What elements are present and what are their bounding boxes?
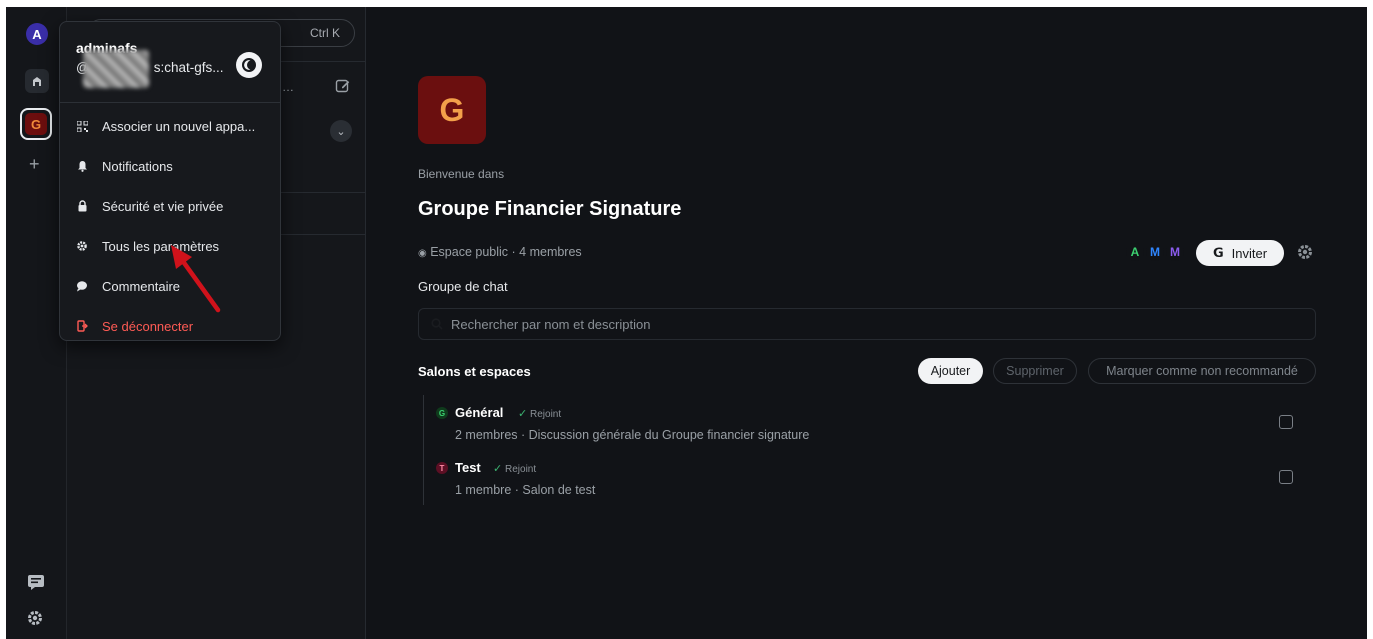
annotation-arrow-icon: [171, 245, 221, 313]
rooms-heading: Salons et espaces: [418, 364, 531, 379]
welcome-text: Bienvenue dans: [418, 167, 505, 181]
room-checkbox[interactable]: [1279, 470, 1293, 484]
add-button[interactable]: Ajouter: [918, 358, 983, 384]
room-directory-search[interactable]: Rechercher par nom et description: [418, 308, 1316, 340]
chevron-down-icon[interactable]: ⌄: [330, 120, 352, 142]
space-home: G Bienvenue dans Groupe Financier Signat…: [366, 7, 1367, 639]
invite-label: Inviter: [1231, 245, 1268, 261]
compose-icon[interactable]: [335, 78, 351, 94]
room-avatar: G: [436, 407, 448, 419]
globe-icon: ◉: [418, 248, 427, 259]
room-description: 2 membres · Discussion générale du Group…: [455, 428, 810, 442]
room-description: 1 membre · Salon de test: [455, 483, 596, 497]
search-icon: [431, 318, 443, 330]
mark-not-recommended-button[interactable]: Marquer comme non recommandé: [1088, 358, 1316, 384]
room-name: Général: [455, 405, 504, 420]
room-row[interactable]: G Général ✓ Rejoint 2 membres · Discussi…: [436, 405, 1306, 449]
space-settings-icon[interactable]: [1296, 243, 1314, 266]
threads-icon[interactable]: [27, 573, 45, 591]
space-title: Groupe Financier Signature: [418, 198, 682, 220]
space-meta: ◉ Espace public · 4 membres: [418, 245, 582, 259]
member-avatar: M: [1146, 243, 1164, 261]
group-label: Groupe de chat: [418, 279, 508, 294]
member-avatar: A: [1126, 243, 1144, 261]
app-window: A G + Ctrl K … ⌄ G Bienvenue dans Groupe: [6, 7, 1367, 639]
room-checkbox[interactable]: [1279, 415, 1293, 429]
delete-button[interactable]: Supprimer: [993, 358, 1077, 384]
check-icon: ✓: [493, 463, 503, 475]
keyboard-shortcut: Ctrl K: [310, 26, 340, 40]
space-avatar: G: [418, 76, 486, 144]
invite-button[interactable]: 𝗚 Inviter: [1196, 240, 1284, 266]
quick-settings-icon[interactable]: [26, 609, 44, 632]
room-name: Test: [455, 460, 481, 475]
add-user-icon: 𝗚: [1212, 245, 1224, 260]
room-row[interactable]: T Test ✓ Rejoint 1 membre · Salon de tes…: [436, 460, 1306, 504]
joined-label: Rejoint: [530, 409, 562, 420]
member-avatars[interactable]: A M M: [1126, 243, 1184, 261]
space-meta-text: Espace public · 4 membres: [430, 245, 582, 259]
room-tree-line: [423, 395, 424, 505]
joined-label: Rejoint: [505, 464, 537, 475]
check-icon: ✓: [518, 408, 528, 420]
room-options-button[interactable]: …: [282, 80, 296, 94]
joined-status: ✓ Rejoint: [493, 462, 536, 475]
joined-status: ✓ Rejoint: [518, 407, 561, 420]
member-avatar: M: [1166, 243, 1184, 261]
room-avatar: T: [436, 462, 448, 474]
search-placeholder: Rechercher par nom et description: [451, 317, 651, 332]
